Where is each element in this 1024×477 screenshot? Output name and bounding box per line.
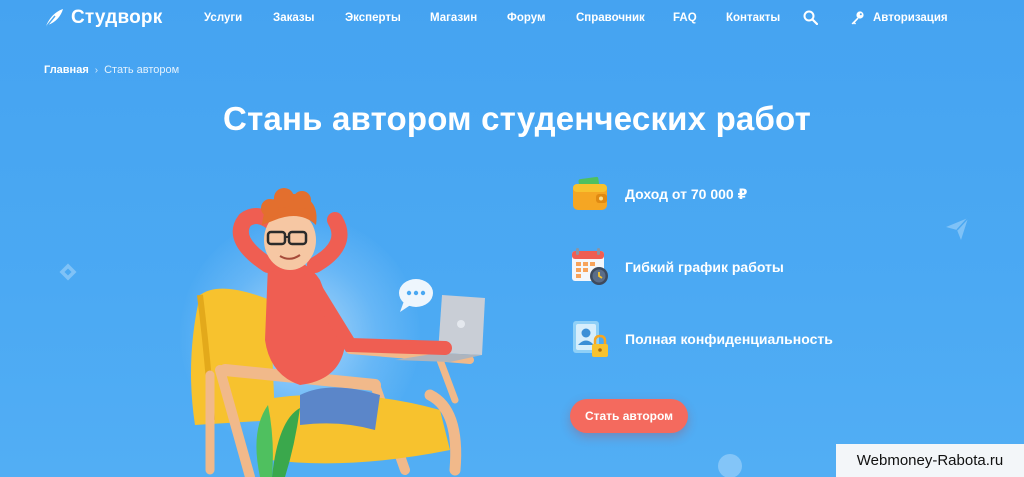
nav-item-reference[interactable]: Справочник — [576, 12, 645, 24]
watermark: Webmoney-Rabota.ru — [836, 444, 1024, 477]
breadcrumb-current: Стать автором — [104, 64, 180, 76]
nav-item-services[interactable]: Услуги — [204, 12, 242, 24]
feature-privacy: Полная конфиденциальность — [570, 319, 833, 359]
nav-item-forum[interactable]: Форум — [507, 12, 545, 24]
breadcrumb: Главная › Стать автором — [44, 64, 179, 76]
calendar-clock-icon — [572, 248, 608, 285]
breadcrumb-home[interactable]: Главная — [44, 64, 89, 76]
search-icon[interactable] — [803, 10, 818, 25]
become-author-button[interactable]: Стать автором — [570, 399, 688, 433]
auth-label: Авторизация — [873, 11, 948, 24]
bubble-decoration-icon — [718, 454, 742, 477]
site-header: Студворк Услуги Заказы Эксперты Магазин … — [0, 0, 1024, 38]
locked-profile-icon — [573, 321, 608, 357]
nav-item-orders[interactable]: Заказы — [273, 12, 314, 24]
page: Студворк Услуги Заказы Эксперты Магазин … — [0, 0, 1024, 477]
breadcrumb-separator: › — [94, 64, 99, 76]
author-illustration — [191, 188, 485, 477]
feature-income: Доход от 70 000 ₽ — [570, 174, 747, 214]
nav-item-faq[interactable]: FAQ — [673, 12, 697, 24]
feature-schedule: Гибкий график работы — [570, 247, 784, 287]
feature-schedule-label: Гибкий график работы — [625, 259, 784, 275]
chat-bubble-icon — [399, 279, 433, 312]
diamond-decoration-icon — [59, 263, 77, 281]
page-title: Стань автором студенческих работ — [223, 100, 811, 137]
auth-link[interactable]: Авторизация — [850, 10, 948, 25]
nav-item-contacts[interactable]: Контакты — [726, 12, 780, 24]
nav-item-shop[interactable]: Магазин — [430, 12, 477, 24]
key-icon — [851, 11, 864, 25]
feature-income-label: Доход от 70 000 ₽ — [625, 185, 748, 202]
paper-plane-decoration-icon — [946, 217, 969, 240]
nav-item-experts[interactable]: Эксперты — [345, 12, 401, 24]
wallet-icon — [573, 176, 607, 210]
feature-privacy-label: Полная конфиденциальность — [625, 331, 833, 347]
